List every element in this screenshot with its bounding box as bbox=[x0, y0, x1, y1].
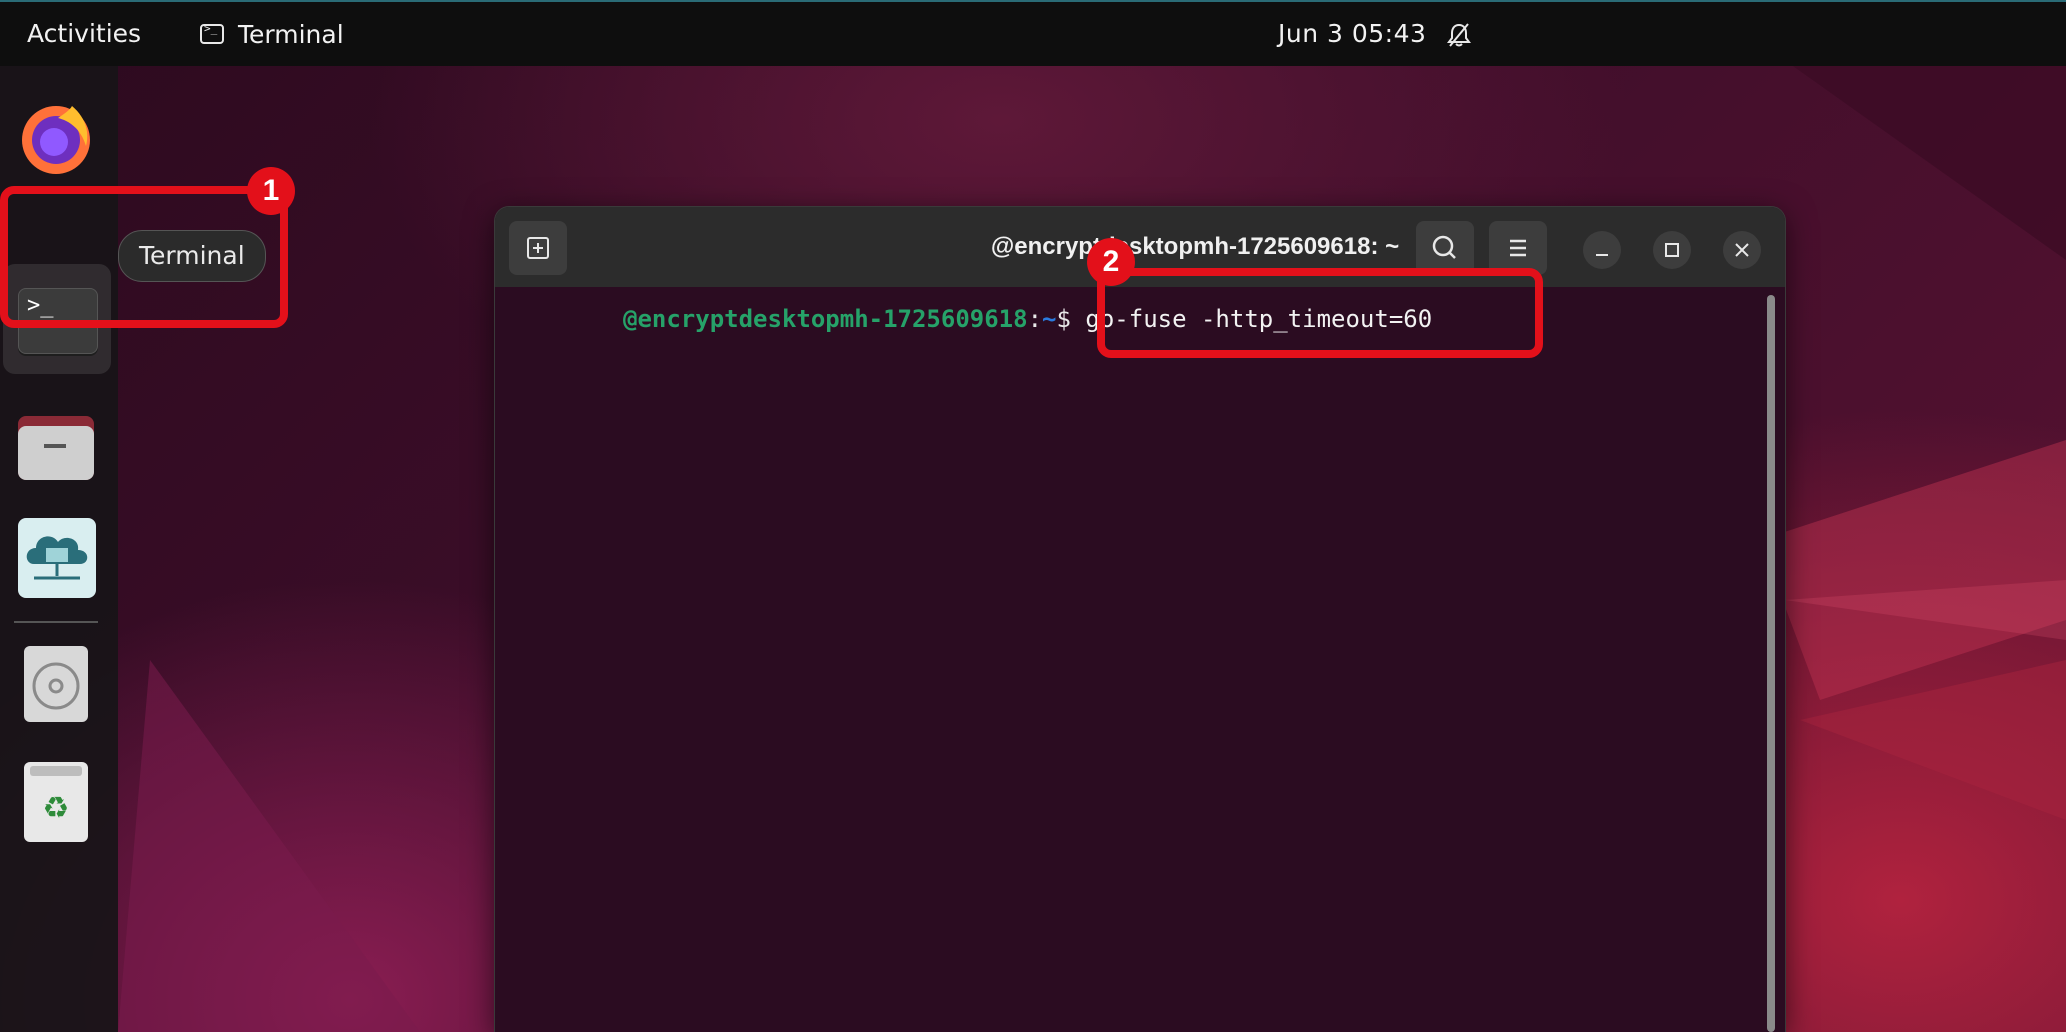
disc-glyph bbox=[32, 662, 80, 710]
svg-text:♻: ♻ bbox=[43, 791, 70, 826]
top-bar: Activities Terminal Jun 3 05:43 bbox=[0, 0, 2066, 66]
activities-button[interactable]: Activities bbox=[27, 2, 141, 66]
minimize-icon bbox=[1596, 254, 1608, 256]
dock-separator bbox=[14, 621, 98, 623]
annotation-highlight-command bbox=[1097, 268, 1543, 358]
app-menu[interactable]: Terminal bbox=[200, 2, 344, 66]
new-tab-icon bbox=[527, 237, 549, 259]
firefox-icon[interactable] bbox=[14, 96, 98, 180]
hamburger-icon bbox=[1510, 239, 1526, 257]
terminal-body[interactable]: @encryptdesktopmh-1725609618:~$ go-fuse … bbox=[495, 287, 1785, 1032]
annotation-badge-2: 2 bbox=[1087, 238, 1135, 286]
annotation-badge-1: 1 bbox=[247, 167, 295, 215]
scrollbar[interactable] bbox=[1767, 295, 1775, 1032]
prompt-path: ~ bbox=[1042, 305, 1057, 333]
recycle-glyph: ♻ bbox=[30, 766, 82, 826]
disc-icon[interactable] bbox=[24, 646, 88, 722]
folder-icon[interactable] bbox=[14, 406, 98, 490]
new-tab-button[interactable] bbox=[509, 221, 567, 275]
clock[interactable]: Jun 3 05:43 bbox=[1278, 2, 1426, 66]
trash-icon[interactable]: ♻ bbox=[24, 762, 88, 842]
minimize-button[interactable] bbox=[1583, 231, 1621, 269]
prompt-separator: : bbox=[1027, 305, 1043, 333]
maximize-icon bbox=[1665, 243, 1679, 257]
annotation-highlight-terminal-dock bbox=[0, 186, 288, 328]
prompt-user: @encryptdesktopmh-1725609618 bbox=[623, 305, 1028, 333]
app-menu-label: Terminal bbox=[238, 19, 344, 49]
close-icon bbox=[1735, 243, 1749, 257]
prompt-dollar: $ bbox=[1056, 305, 1086, 333]
menu-button[interactable] bbox=[1489, 221, 1547, 275]
search-icon bbox=[1432, 235, 1456, 259]
search-button[interactable] bbox=[1416, 221, 1474, 275]
maximize-button[interactable] bbox=[1653, 231, 1691, 269]
close-button[interactable] bbox=[1723, 231, 1761, 269]
terminal-app-icon bbox=[200, 22, 224, 44]
bell-muted-icon[interactable] bbox=[1446, 22, 1472, 48]
cloud-network-glyph bbox=[26, 536, 88, 580]
cloud-network-icon[interactable] bbox=[18, 518, 96, 598]
